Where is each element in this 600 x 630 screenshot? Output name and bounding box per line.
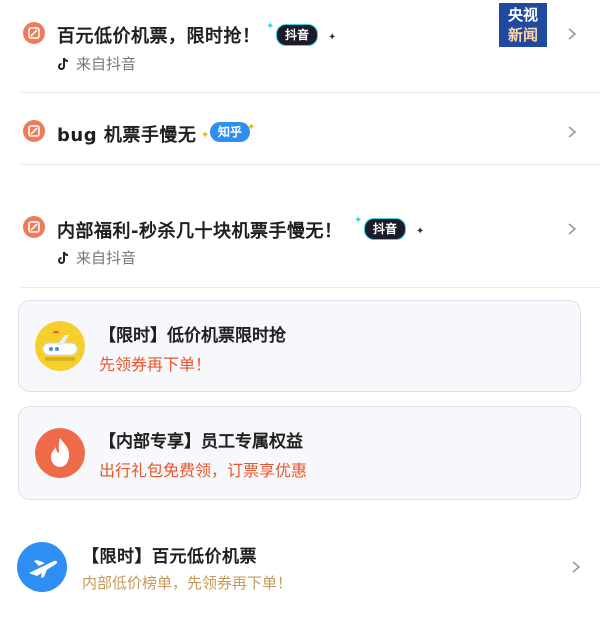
douyin-tag: 抖音 [276,24,319,46]
sparkle-icon: ✦ [416,226,425,237]
promo-card-flash-sale[interactable]: 【限时】低价机票限时抢 先领券再下单！ [18,300,581,392]
card-title: 【内部专享】员工专属权益 [99,432,303,452]
divider [20,287,600,288]
airplane-icon [17,542,67,592]
item-source: 来自抖音 [57,247,136,268]
item-source: 来自抖音 [57,53,136,74]
sparkle-icon: ✦ [266,21,275,32]
airplane-cartoon-icon [35,321,85,371]
douyin-logo-icon [58,57,69,70]
douyin-tag: 抖音 [364,218,407,240]
coupon-icon [23,216,45,238]
card-title: 【限时】低价机票限时抢 [99,326,286,346]
coupon-icon [23,22,45,44]
chevron-right-icon[interactable] [565,27,579,41]
zhihu-tag: 知乎 [210,122,251,142]
chevron-right-icon[interactable] [565,222,579,236]
flame-icon [35,428,85,478]
promo-item-low-price[interactable]: 【限时】百元低价机票 内部低价榜单，先领券再下单！ [0,530,600,605]
chevron-right-icon[interactable] [569,560,583,574]
list-item-3[interactable]: 内部福利-秒杀几十块机票手慢无！ ✦ 抖音 ✦ 来自抖音 [0,195,600,287]
sparkle-icon: ✦ [354,215,363,226]
item-title: 内部福利-秒杀几十块机票手慢无！ [57,221,343,242]
card-subtitle: 出行礼包免费领，订票享优惠 [99,461,308,480]
sparkle-icon: ✦ [201,130,210,141]
promo-card-employee-benefit[interactable]: 【内部专享】员工专属权益 出行礼包免费领，订票享优惠 [18,406,581,500]
item-title: 百元低价机票，限时抢！ [57,26,261,47]
card-subtitle: 先领券再下单！ [99,355,212,374]
sparkle-icon: ✦ [328,32,337,43]
promo-subtitle: 内部低价榜单，先领券再下单！ [82,574,293,592]
item-source-text: 来自抖音 [76,249,137,267]
coupon-icon [23,120,45,142]
list-item-1[interactable]: 百元低价机票，限时抢！ ✦ 抖音 ✦ 来自抖音 [0,0,600,92]
promo-title: 【限时】百元低价机票 [82,547,257,567]
divider [20,164,600,165]
item-title: bug 机票手慢无 [57,125,197,146]
chevron-right-icon[interactable] [565,125,579,139]
sparkle-icon: ✦ [247,122,256,133]
douyin-logo-icon [58,251,69,264]
list-item-2[interactable]: bug 机票手慢无 ✦ 知乎 ✦ [0,93,600,163]
item-source-text: 来自抖音 [76,55,137,73]
